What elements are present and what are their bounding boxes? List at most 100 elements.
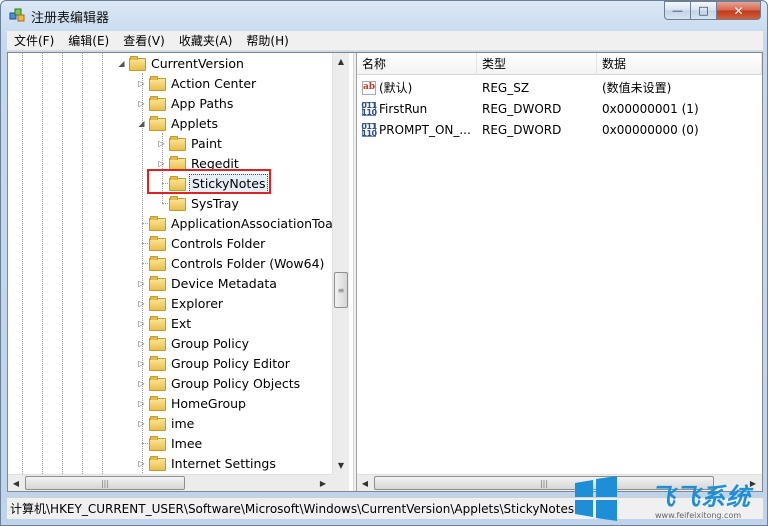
column-header-name[interactable]: 名称 (357, 53, 477, 75)
expand-arrow-icon[interactable]: ▷ (137, 99, 146, 108)
folder-icon (149, 276, 166, 291)
tree-guide-line (62, 53, 63, 474)
tree-node-internet-settings[interactable]: ▷ Internet Settings (137, 453, 278, 473)
folder-open-icon (129, 56, 146, 71)
tree-node-label: Imee (171, 435, 203, 451)
tree-node-label: Controls Folder (Wow64) (171, 255, 325, 271)
scroll-down-arrow-icon[interactable]: ▼ (333, 457, 349, 474)
status-path: 计算机\HKEY_CURRENT_USER\Software\Microsoft… (10, 502, 575, 516)
expand-arrow-icon[interactable]: ▷ (137, 359, 146, 368)
menu-edit[interactable]: 编辑(E) (61, 31, 116, 51)
menu-help[interactable]: 帮助(H) (239, 31, 295, 51)
folder-icon (149, 96, 166, 111)
watermark: 飞飞系统 www.feifeixitong.com (571, 471, 765, 525)
scroll-thumb[interactable]: ≡ (334, 272, 348, 308)
tree-node-label: Group Policy (171, 335, 249, 351)
tree-node-ime[interactable]: ▷ ime (137, 413, 196, 433)
value-type: REG_DWORD (482, 122, 562, 137)
tree-node-explorer[interactable]: ▷ Explorer (137, 293, 225, 313)
value-name: PROMPT_ON_... (379, 122, 471, 137)
tree-node-group-policy[interactable]: ▷ Group Policy (137, 333, 251, 353)
column-header-data[interactable]: 数据 (597, 53, 762, 75)
watermark-url: www.feifeixitong.com (655, 511, 742, 520)
expand-arrow-icon[interactable]: ▷ (157, 159, 166, 168)
folder-icon (149, 356, 166, 371)
scroll-thumb[interactable]: ||| (25, 476, 185, 490)
expand-arrow-icon[interactable]: ▷ (137, 79, 146, 88)
tree-node-group-policy-objects[interactable]: ▷ Group Policy Objects (137, 373, 302, 393)
list-header: 名称 类型 数据 (357, 53, 762, 75)
folder-icon (149, 236, 166, 251)
expand-arrow-icon[interactable]: ▷ (157, 139, 166, 148)
tree-node-label: Internet Settings (171, 455, 276, 471)
expand-arrow-icon[interactable]: ▷ (137, 299, 146, 308)
collapse-arrow-icon[interactable]: ◢ (117, 59, 126, 68)
tree-node-systray[interactable]: SysTray (169, 193, 241, 213)
expand-arrow-icon[interactable]: ▷ (137, 279, 146, 288)
expand-arrow-icon[interactable]: ▷ (137, 339, 146, 348)
tree-node-ext[interactable]: ▷ Ext (137, 313, 193, 333)
tree-node-label: HomeGroup (171, 395, 246, 411)
scroll-right-arrow-icon[interactable]: ▶ (315, 475, 331, 491)
expand-arrow-icon[interactable]: ▷ (137, 319, 146, 328)
value-data: (数值未设置) (602, 81, 672, 95)
close-button[interactable]: ✕ (717, 1, 761, 20)
value-row[interactable]: 011 110 FirstRun REG_DWORD 0x00000001 (1… (357, 98, 762, 119)
value-data: 0x00000000 (0) (602, 122, 699, 137)
scroll-left-arrow-icon[interactable]: ◀ (357, 475, 373, 491)
tree-node-label: Action Center (171, 75, 257, 91)
tree-node-currentversion[interactable]: ◢ CurrentVersion (117, 53, 246, 73)
menu-favorites[interactable]: 收藏夹(A) (172, 31, 240, 51)
collapse-arrow-icon[interactable]: ◢ (137, 119, 146, 128)
tree-node-paint[interactable]: ▷ Paint (157, 133, 224, 153)
folder-icon (149, 216, 166, 231)
watermark-text: 飞飞系统 (651, 483, 751, 511)
scroll-left-arrow-icon[interactable]: ◀ (8, 475, 24, 491)
tree-node-label: ime (171, 415, 195, 431)
tree-node-label: SysTray (191, 195, 239, 211)
tree-node-controls-folder[interactable]: Controls Folder (149, 233, 267, 253)
title-bar[interactable]: 注册表编辑器 — □ ✕ (1, 1, 767, 29)
tree-node-label: App Paths (171, 95, 234, 111)
minimize-button[interactable]: — (664, 1, 691, 20)
registry-tree[interactable]: ◢ CurrentVersion ▷ Action Center ▷ App P… (8, 53, 353, 491)
tree-node-group-policy-editor[interactable]: ▷ Group Policy Editor (137, 353, 292, 373)
folder-icon (149, 436, 166, 451)
tree-node-applicationassociationtoast[interactable]: ApplicationAssociationToast (149, 213, 346, 233)
value-name: (默认) (379, 81, 413, 95)
dword-value-icon: 011 110 (361, 101, 377, 116)
tree-node-action-center[interactable]: ▷ Action Center (137, 73, 258, 93)
folder-open-icon (149, 116, 166, 131)
maximize-icon: □ (698, 4, 709, 17)
menu-file[interactable]: 文件(F) (7, 31, 61, 51)
value-row[interactable]: ab (默认) REG_SZ (数值未设置) (357, 77, 762, 98)
folder-icon (149, 336, 166, 351)
maximize-button[interactable]: □ (691, 1, 717, 20)
tree-node-applets[interactable]: ◢ Applets (137, 113, 220, 133)
scroll-up-arrow-icon[interactable]: ▲ (333, 53, 349, 70)
tree-node-imee[interactable]: Imee (149, 433, 204, 453)
value-row[interactable]: 011 110 PROMPT_ON_... REG_DWORD 0x000000… (357, 119, 762, 140)
expand-arrow-icon[interactable]: ▷ (137, 399, 146, 408)
tree-node-app-paths[interactable]: ▷ App Paths (137, 93, 235, 113)
selection-highlight-box (147, 169, 271, 194)
folder-icon (169, 136, 186, 151)
menu-view[interactable]: 查看(V) (116, 31, 172, 51)
dword-value-icon: 011 110 (361, 122, 377, 137)
tree-guide-line (42, 53, 43, 474)
folder-icon (149, 376, 166, 391)
expand-arrow-icon[interactable]: ▷ (137, 379, 146, 388)
tree-node-device-metadata[interactable]: ▷ Device Metadata (137, 273, 279, 293)
tree-node-homegroup[interactable]: ▷ HomeGroup (137, 393, 248, 413)
main-panes: ◢ CurrentVersion ▷ Action Center ▷ App P… (7, 52, 763, 492)
value-type: REG_DWORD (482, 101, 562, 116)
expand-arrow-icon[interactable]: ▷ (137, 459, 146, 468)
expand-arrow-icon[interactable]: ▷ (137, 419, 146, 428)
tree-node-controls-folder-wow64[interactable]: Controls Folder (Wow64) (149, 253, 326, 273)
tree-vertical-scrollbar[interactable]: ▲ ≡ ▼ (332, 53, 349, 474)
tree-horizontal-scrollbar[interactable]: ◀ ||| ▶ (8, 474, 332, 491)
values-list[interactable]: 名称 类型 数据 ab (默认) REG_SZ (数值未设置) 011 110 … (357, 53, 762, 491)
tree-node-label: ApplicationAssociationToast (171, 215, 345, 231)
tree-guide-line (22, 53, 23, 474)
column-header-type[interactable]: 类型 (477, 53, 597, 75)
